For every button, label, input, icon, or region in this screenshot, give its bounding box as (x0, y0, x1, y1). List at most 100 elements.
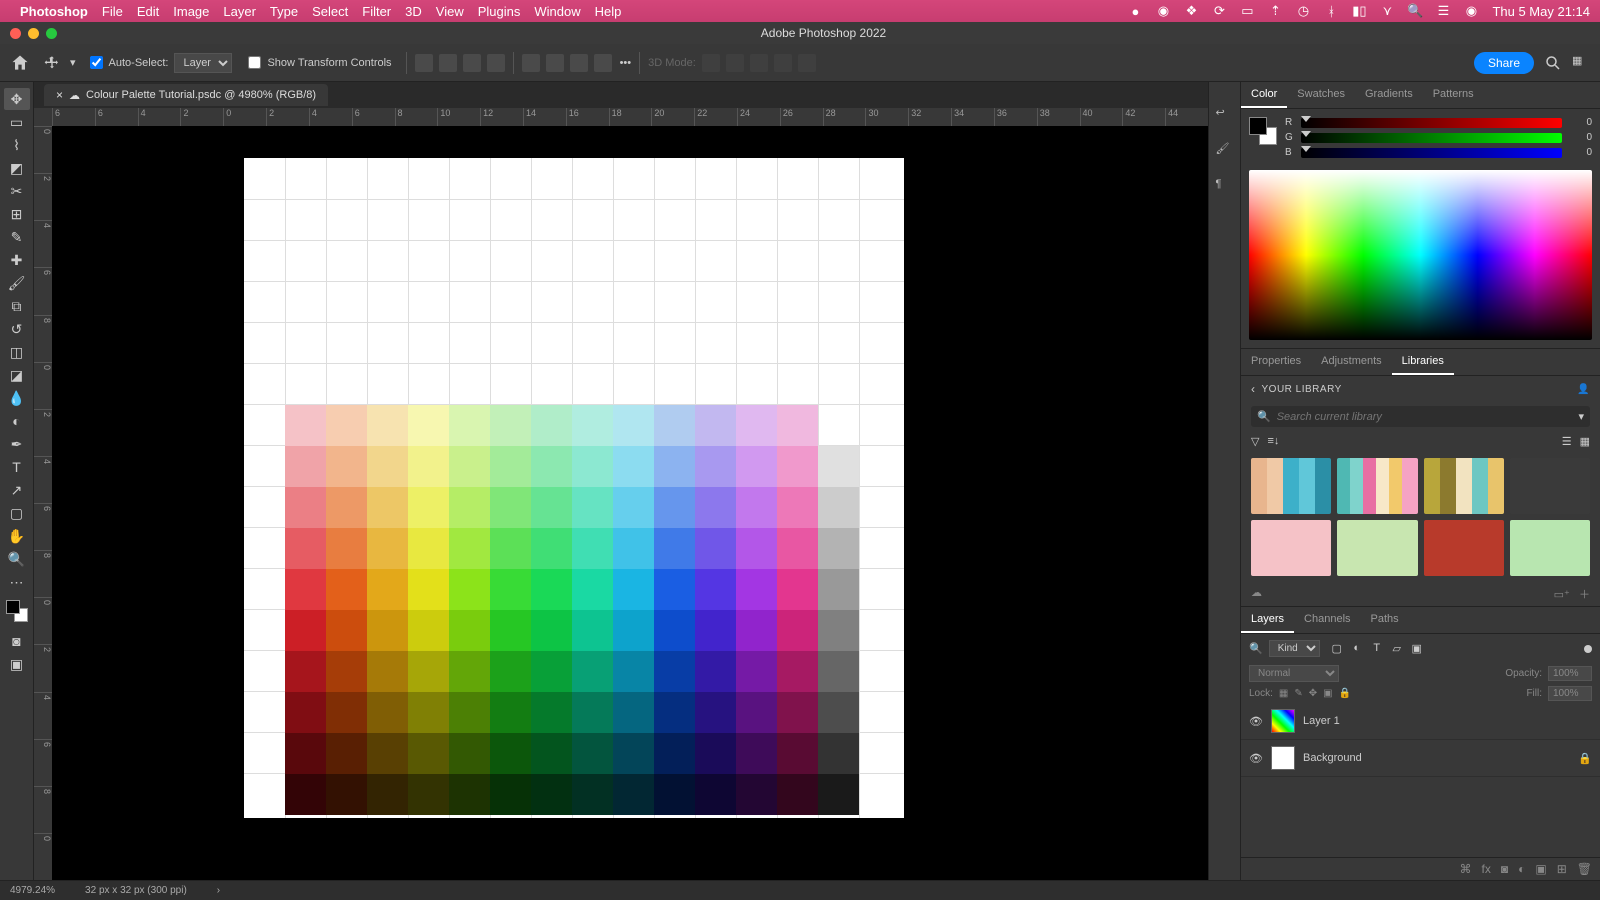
filter-toggle[interactable] (1584, 645, 1592, 653)
group-icon[interactable]: ▣ (1535, 862, 1546, 876)
channels-tab[interactable]: Channels (1294, 607, 1360, 633)
layer-name[interactable]: Layer 1 (1303, 715, 1340, 727)
chevron-right-icon[interactable]: › (217, 885, 220, 896)
color-panel-swatch[interactable] (1249, 117, 1277, 145)
grid-view-icon[interactable]: ▦ (1580, 435, 1590, 448)
filter-type-icon[interactable]: T (1370, 642, 1384, 656)
menu-window[interactable]: Window (534, 4, 580, 19)
library-title[interactable]: YOUR LIBRARY (1262, 384, 1342, 395)
maximize-window-button[interactable] (46, 28, 57, 39)
sync-icon[interactable]: ⟳ (1212, 4, 1226, 18)
zoom-level[interactable]: 4979.24% (10, 885, 55, 896)
color-spectrum[interactable] (1249, 170, 1592, 340)
distribute-h-icon[interactable] (487, 54, 505, 72)
menu-view[interactable]: View (436, 4, 464, 19)
menu-file[interactable]: File (102, 4, 123, 19)
layer-visibility-icon[interactable]: 👁 (1249, 715, 1263, 728)
layer-name[interactable]: Background (1303, 752, 1362, 764)
screen-mode-tool[interactable]: ▣ (4, 653, 30, 675)
healing-tool[interactable]: ✚ (4, 249, 30, 271)
b-value[interactable]: 0 (1568, 147, 1592, 158)
library-item[interactable] (1251, 458, 1331, 514)
new-layer-icon[interactable]: ⊞ (1557, 862, 1567, 876)
bluetooth-icon[interactable]: ᚼ (1324, 4, 1338, 18)
filter-smart-icon[interactable]: ▣ (1410, 642, 1424, 656)
library-item[interactable] (1337, 520, 1417, 576)
list-view-icon[interactable]: ☰ (1562, 435, 1572, 448)
layer-row[interactable]: 👁 Layer 1 (1241, 703, 1600, 740)
menu-help[interactable]: Help (595, 4, 622, 19)
fg-swatch[interactable] (1249, 117, 1267, 135)
history-brush-tool[interactable]: ↺ (4, 318, 30, 340)
library-item[interactable] (1510, 520, 1590, 576)
delete-layer-icon[interactable]: 🗑 (1577, 862, 1592, 876)
layer-style-icon[interactable]: fx (1482, 862, 1491, 876)
layers-tab[interactable]: Layers (1241, 607, 1294, 633)
wifi-icon[interactable]: ⋎ (1380, 4, 1394, 18)
auto-select-checkbox[interactable] (90, 56, 103, 69)
color-tab[interactable]: Color (1241, 82, 1287, 108)
foreground-color-swatch[interactable] (6, 600, 20, 614)
align-bottom-icon[interactable] (570, 54, 588, 72)
siri-icon[interactable]: ◉ (1464, 4, 1478, 18)
menu-image[interactable]: Image (173, 4, 209, 19)
menu-select[interactable]: Select (312, 4, 348, 19)
align-right-icon[interactable] (463, 54, 481, 72)
filter-pixel-icon[interactable]: ▢ (1330, 642, 1344, 656)
brushes-panel-icon[interactable]: 🖌 (1216, 142, 1234, 160)
search-icon[interactable] (1544, 54, 1562, 72)
lock-artboard-icon[interactable]: ▣ (1323, 688, 1332, 699)
link-layers-icon[interactable]: ⌘ (1460, 862, 1472, 876)
marquee-tool[interactable]: ▭ (4, 111, 30, 133)
dropbox-icon[interactable]: ❖ (1184, 4, 1198, 18)
filter-adjust-icon[interactable]: ◐ (1350, 642, 1364, 656)
ruler-origin[interactable] (34, 108, 52, 126)
r-value[interactable]: 0 (1568, 117, 1592, 128)
menu-edit[interactable]: Edit (137, 4, 159, 19)
library-search[interactable]: 🔍 ▾ (1251, 406, 1590, 427)
eyedropper-tool[interactable]: ✎ (4, 226, 30, 248)
share-button[interactable]: Share (1474, 52, 1534, 74)
lock-all-icon[interactable]: 🔒 (1339, 688, 1351, 699)
r-slider[interactable] (1301, 118, 1562, 128)
dodge-tool[interactable]: ◐ (4, 410, 30, 432)
blend-mode-select[interactable]: Normal (1249, 665, 1339, 682)
layer-thumbnail[interactable] (1271, 709, 1295, 733)
edit-toolbar[interactable]: ⋯ (4, 571, 30, 593)
clock[interactable]: Thu 5 May 21:14 (1492, 4, 1590, 19)
menu-plugins[interactable]: Plugins (478, 4, 521, 19)
fill-input[interactable] (1548, 686, 1592, 701)
clock-icon[interactable]: ◷ (1296, 4, 1310, 18)
sort-icon[interactable]: ≡↓ (1267, 435, 1279, 448)
canvas[interactable] (244, 158, 904, 818)
properties-tab[interactable]: Properties (1241, 349, 1311, 375)
align-left-icon[interactable] (415, 54, 433, 72)
library-cloud-icon[interactable]: ☁ (1251, 586, 1262, 602)
opacity-input[interactable] (1548, 666, 1592, 681)
library-item[interactable] (1510, 458, 1590, 514)
move-tool[interactable]: ✥ (4, 88, 30, 110)
spotlight-icon[interactable]: 🔍 (1408, 4, 1422, 18)
lock-pixels-icon[interactable]: ▦ (1279, 688, 1288, 699)
layer-thumbnail[interactable] (1271, 746, 1295, 770)
lock-position-icon[interactable]: ✎ (1294, 688, 1302, 699)
align-top-icon[interactable] (522, 54, 540, 72)
document-dimensions[interactable]: 32 px x 32 px (300 ppi) (85, 885, 187, 896)
layer-filter-select[interactable]: Kind (1269, 640, 1320, 657)
patterns-tab[interactable]: Patterns (1423, 82, 1484, 108)
library-invite-icon[interactable]: 👤 (1577, 384, 1590, 395)
display-icon[interactable]: ▭ (1240, 4, 1254, 18)
align-center-v-icon[interactable] (546, 54, 564, 72)
library-item[interactable] (1251, 520, 1331, 576)
path-tool[interactable]: ↗ (4, 479, 30, 501)
gradients-tab[interactable]: Gradients (1355, 82, 1423, 108)
gradient-tool[interactable]: ◪ (4, 364, 30, 386)
brush-tool[interactable]: 🖌 (4, 272, 30, 294)
workspace-icon[interactable]: ▦ (1572, 54, 1590, 72)
swatches-tab[interactable]: Swatches (1287, 82, 1355, 108)
layer-select[interactable]: Layer (174, 53, 232, 73)
shape-tool[interactable]: ▢ (4, 502, 30, 524)
b-slider[interactable] (1301, 148, 1562, 158)
menu-type[interactable]: Type (270, 4, 298, 19)
chevron-down-icon[interactable]: ▾ (70, 56, 76, 69)
